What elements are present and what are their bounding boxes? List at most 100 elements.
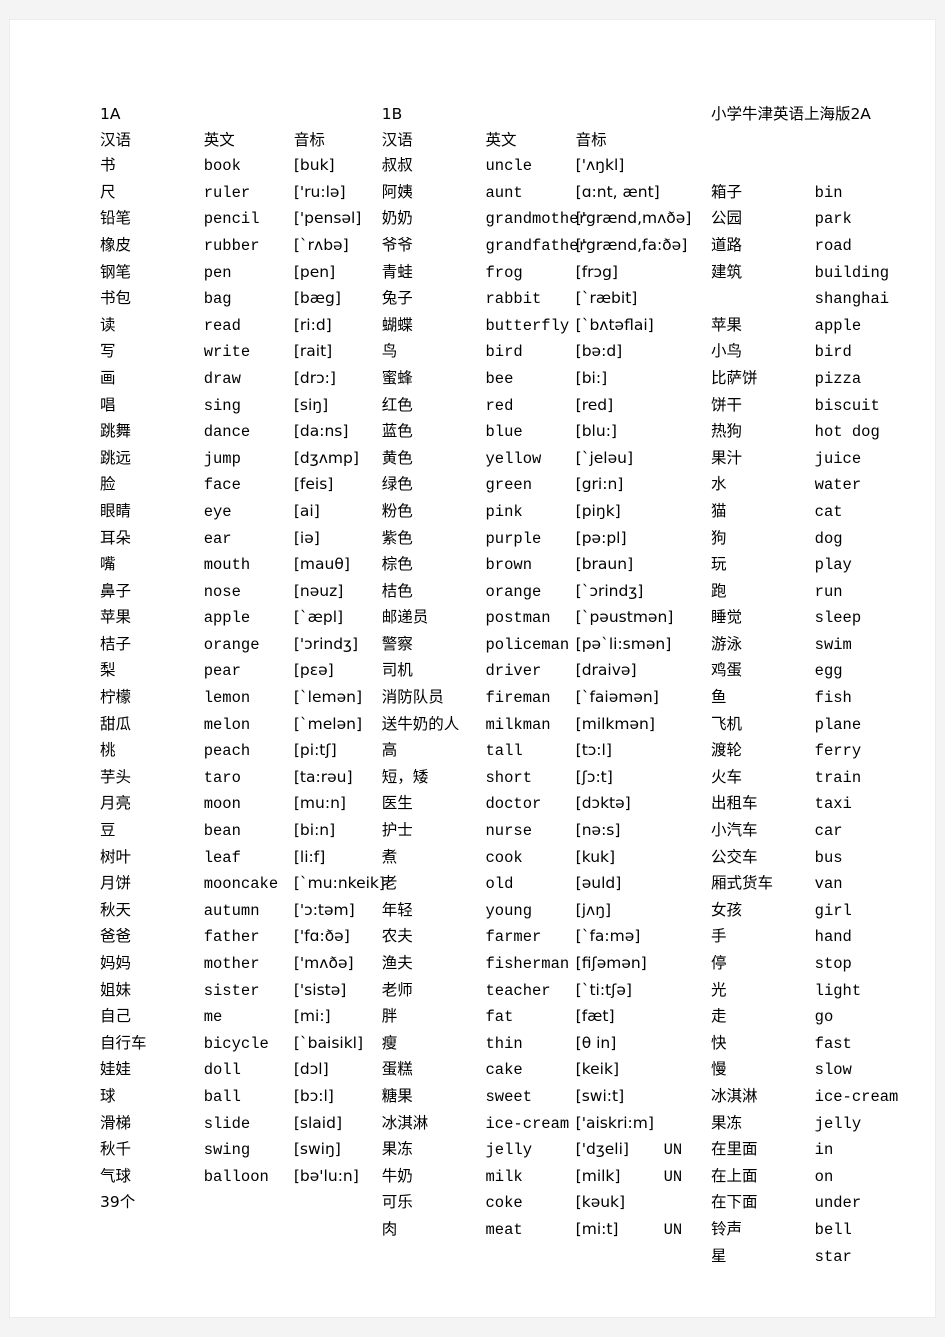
word-chinese: 梨 bbox=[100, 661, 116, 680]
word-chinese: 热狗 bbox=[710, 422, 742, 441]
word-english: me bbox=[203, 1008, 223, 1027]
word-english: orange bbox=[485, 582, 542, 601]
word-chinese: 跑 bbox=[710, 581, 727, 600]
word-chinese: 蝴蝶 bbox=[381, 315, 413, 334]
word-chinese: 糖果 bbox=[381, 1086, 413, 1105]
spacer bbox=[664, 366, 711, 393]
word-phonetic: [dɔktə] bbox=[575, 794, 631, 813]
word-chinese: 娃娃 bbox=[100, 1060, 132, 1079]
table-row: 嘴 mouth [mauθ] 棕色 brown [braun] 玩 play bbox=[100, 552, 945, 579]
table-row: 肉 meat [mi:t] UN 铃声 bell bbox=[100, 1217, 945, 1244]
word-english: slide bbox=[203, 1114, 251, 1133]
word-chinese: 唱 bbox=[100, 395, 116, 414]
word-english: swim bbox=[814, 635, 852, 654]
word-phonetic: [θ in] bbox=[575, 1033, 617, 1052]
word-chinese: 睡觉 bbox=[710, 608, 742, 627]
table-row bbox=[100, 1270, 945, 1296]
word-english: bin bbox=[814, 183, 843, 202]
word-phonetic: [li:f] bbox=[293, 847, 326, 866]
table-row: 桔子 orange ['ɔrindʒ] 警察 policeman [pə`li:smən]… bbox=[100, 632, 945, 659]
word-chinese: 在下面 bbox=[710, 1193, 758, 1212]
word-english: juice bbox=[814, 449, 862, 468]
word-phonetic: [ʃɔ:t] bbox=[575, 767, 613, 786]
word-chinese: 脸 bbox=[100, 475, 116, 494]
word-phonetic: [braun] bbox=[575, 555, 634, 574]
table-row: 跳舞 dance [da:ns] 蓝色 blue [blu:] 热狗 hot dog bbox=[100, 419, 945, 446]
table-row: 梨 pear [pɛə] 司机 driver [draivə] 鸡蛋 egg bbox=[100, 658, 945, 685]
spacer bbox=[294, 102, 382, 128]
word-chinese: 比萨饼 bbox=[710, 368, 758, 387]
word-phonetic: [da:ns] bbox=[293, 422, 349, 441]
table-row: 铅笔 pencil ['pensəl] 奶奶 grandmother ['grænd,mʌ… bbox=[100, 206, 945, 233]
word-english: bird bbox=[814, 343, 852, 362]
word-phonetic: [kəuk] bbox=[575, 1193, 626, 1212]
word-chinese: 短，矮 bbox=[381, 767, 429, 786]
spacer bbox=[486, 1270, 576, 1296]
word-english: grandmother bbox=[485, 210, 588, 229]
table-row: 月饼 mooncake [`mu:nkeik] 老 old [əuld] 厢式货车 van bbox=[100, 871, 945, 898]
word-phonetic: ['grænd,fa:ðə] bbox=[575, 235, 688, 254]
table-row: 秋千 swing [swiŋ] 果冻 jelly ['dʒeli] UN 在里面 in bbox=[100, 1137, 945, 1164]
word-chinese: 书 bbox=[100, 156, 116, 175]
word-english: jump bbox=[203, 449, 241, 468]
word-chinese: 棕色 bbox=[381, 555, 413, 574]
word-phonetic: [draivə] bbox=[575, 661, 637, 680]
word-english: bird bbox=[485, 343, 523, 362]
word-chinese: 尺 bbox=[100, 182, 116, 201]
word-chinese: 消防队员 bbox=[381, 688, 444, 707]
word-chinese: 厢式货车 bbox=[710, 874, 773, 893]
word-chinese: 铃声 bbox=[710, 1219, 742, 1238]
word-phonetic: [pɛə] bbox=[293, 661, 334, 680]
word-phonetic: [`pəustmən] bbox=[575, 608, 674, 627]
word-english: jelly bbox=[814, 1114, 862, 1133]
table-row: 树叶 leaf [li:f] 煮 cook [kuk] 公交车 bus bbox=[100, 845, 945, 872]
word-english: bean bbox=[203, 822, 241, 841]
word-chinese: 眼睛 bbox=[100, 501, 132, 520]
word-chinese: 渔夫 bbox=[381, 954, 413, 972]
word-english: grandfather bbox=[485, 236, 588, 255]
word-english: pizza bbox=[814, 369, 862, 388]
spacer bbox=[664, 1190, 711, 1217]
word-english: stop bbox=[814, 955, 852, 973]
word-chinese: 秋千 bbox=[100, 1140, 132, 1159]
spacer bbox=[664, 712, 711, 739]
word-phonetic: [`mu:nkeik] bbox=[293, 874, 385, 893]
word-english: train bbox=[814, 768, 862, 787]
spacer bbox=[815, 153, 945, 180]
spacer bbox=[664, 446, 711, 473]
spacer bbox=[576, 102, 664, 128]
spacer bbox=[664, 1057, 711, 1084]
word-chinese: 猫 bbox=[710, 501, 727, 520]
word-english: sing bbox=[203, 396, 241, 415]
spacer bbox=[664, 818, 711, 845]
word-english: slow bbox=[814, 1061, 852, 1080]
table-row: 柠檬 lemon [`lemən] 消防队员 fireman [`faiəmən] 鱼 fis… bbox=[100, 685, 945, 712]
spacer bbox=[100, 1217, 204, 1244]
table-row: 尺 ruler ['ru:lə] 阿姨 aunt [ɑ:nt, ænt] 箱子 bin bbox=[100, 180, 945, 207]
word-english: book bbox=[203, 157, 241, 176]
word-phonetic: [əuld] bbox=[575, 874, 622, 893]
word-chinese: 跳远 bbox=[100, 448, 132, 467]
word-phonetic: [swi:t] bbox=[575, 1086, 625, 1105]
word-chinese: 可乐 bbox=[381, 1193, 413, 1212]
word-phonetic: [drɔ:] bbox=[293, 368, 336, 387]
spacer bbox=[100, 1270, 204, 1296]
word-chinese: 叔叔 bbox=[381, 156, 413, 175]
table-row: 豆 bean [bi:n] 护士 nurse [nə:s] 小汽车 car bbox=[100, 818, 945, 845]
word-chinese: 月饼 bbox=[100, 874, 132, 893]
word-chinese: 红色 bbox=[381, 395, 413, 414]
vocabulary-grid: 1A 1B 小学牛津英语上海版2A 汉语 英文 音标 汉语 英文 音标书 book [buk] 叔叔 u… bbox=[100, 102, 945, 1296]
word-phonetic: [pə:pl] bbox=[575, 528, 627, 547]
word-phonetic: ['ʌŋkl] bbox=[575, 156, 625, 175]
word-english: old bbox=[485, 875, 514, 894]
word-english: ice-cream bbox=[485, 1114, 570, 1133]
word-chinese: 秋天 bbox=[100, 900, 132, 919]
word-english: bell bbox=[814, 1220, 852, 1239]
word-phonetic: [`rʌbə] bbox=[293, 235, 349, 254]
word-english: draw bbox=[203, 369, 241, 388]
word-english: fireman bbox=[485, 689, 551, 708]
word-phonetic: [keik] bbox=[575, 1060, 620, 1079]
spacer bbox=[664, 1084, 711, 1111]
word-english: aunt bbox=[485, 183, 523, 202]
word-english: pink bbox=[485, 502, 523, 521]
